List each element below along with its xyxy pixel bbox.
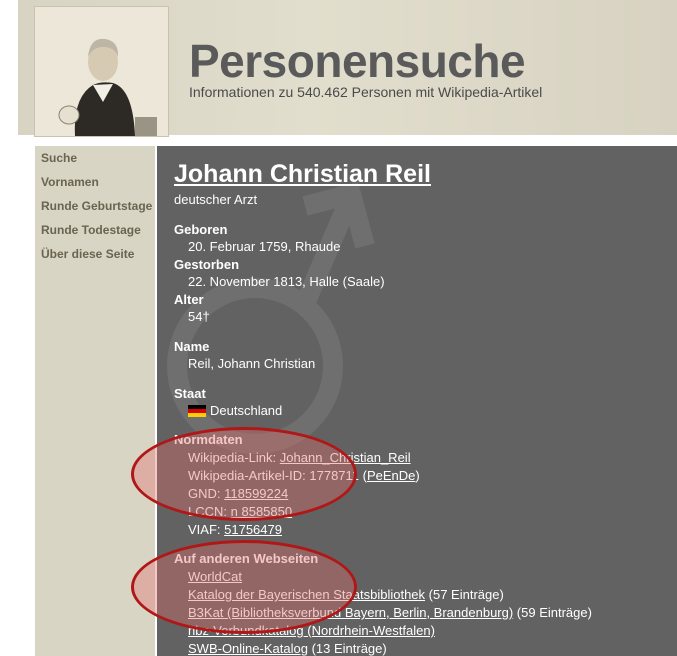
germany-flag-icon <box>188 405 206 417</box>
age-value: 54† <box>188 309 210 324</box>
other-site-row: SWB-Online-Katalog (13 Einträge) <box>188 641 387 656</box>
nav-vornamen[interactable]: Vornamen <box>41 175 99 189</box>
nav-runde-geburtstage[interactable]: Runde Geburtstage <box>41 199 152 213</box>
died-label: Gestorben <box>174 257 240 272</box>
site-title: Personensuche <box>189 35 526 87</box>
died-value: 22. November 1813, Halle (Saale) <box>188 274 385 289</box>
gnd-label: GND: <box>188 486 221 501</box>
other-site-row: B3Kat (Bibliotheksverbund Bayern, Berlin… <box>188 605 592 620</box>
age-label: Alter <box>174 292 204 307</box>
other-sites-label: Auf anderen Webseiten <box>174 551 319 566</box>
wiki-id-row: Wikipedia-Artikel-ID: 1778711 (PeEnDe) <box>188 468 420 483</box>
wiki-link[interactable]: Johann_Christian_Reil <box>280 450 411 465</box>
state-label: Staat <box>174 386 206 401</box>
nav-runde-todestage[interactable]: Runde Todestage <box>41 223 141 237</box>
lccn-label: LCCN: <box>188 504 228 519</box>
wiki-id-label: Wikipedia-Artikel-ID: <box>188 468 306 483</box>
wiki-link-row: Wikipedia-Link: Johann_Christian_Reil <box>188 450 411 465</box>
hbz-link[interactable]: hbz-Verbundkatalog (Nordrhein-Westfalen) <box>188 623 435 638</box>
normdaten-label: Normdaten <box>174 432 243 447</box>
sidebar: Suche Vornamen Runde Geburtstage Runde T… <box>35 146 155 656</box>
other-site-row: hbz-Verbundkatalog (Nordrhein-Westfalen) <box>188 623 435 638</box>
person-name[interactable]: Johann Christian Reil <box>174 160 431 189</box>
main-content: Johann Christian Reil deutscher Arzt Geb… <box>157 146 677 656</box>
pendende-link[interactable]: PeEnDe <box>367 468 415 483</box>
swb-link[interactable]: SWB-Online-Katalog <box>188 641 308 656</box>
born-label: Geboren <box>174 222 228 237</box>
viaf-row: VIAF: 51756479 <box>188 522 282 537</box>
other-site-row: WorldCat <box>188 569 242 584</box>
site-subtitle: Informationen zu 540.462 Personen mit Wi… <box>189 84 543 100</box>
lccn-link[interactable]: n 8585850 <box>231 504 292 519</box>
born-value: 20. Februar 1759, Rhaude <box>188 239 341 254</box>
state-text: Deutschland <box>210 403 283 418</box>
portrait-image <box>34 6 169 137</box>
bsb-catalog-link[interactable]: Katalog der Bayerischen Staatsbibliothek <box>188 587 425 602</box>
nav-suche[interactable]: Suche <box>41 151 77 165</box>
person-description: deutscher Arzt <box>174 192 258 207</box>
nav-ueber-diese-seite[interactable]: Über diese Seite <box>41 247 134 261</box>
name-label: Name <box>174 339 210 354</box>
viaf-label: VIAF: <box>188 522 221 537</box>
site-header: Personensuche Informationen zu 540.462 P… <box>18 0 677 137</box>
name-value: Reil, Johann Christian <box>188 356 316 371</box>
gnd-row: GND: 118599224 <box>188 486 288 501</box>
wiki-link-label: Wikipedia-Link: <box>188 450 277 465</box>
wiki-id-value: 1778711 <box>309 468 360 483</box>
other-site-row: Katalog der Bayerischen Staatsbibliothek… <box>188 587 504 602</box>
lccn-row: LCCN: n 8585850 <box>188 504 292 519</box>
b3kat-link[interactable]: B3Kat (Bibliotheksverbund Bayern, Berlin… <box>188 605 513 620</box>
viaf-link[interactable]: 51756479 <box>224 522 282 537</box>
worldcat-link[interactable]: WorldCat <box>188 569 242 584</box>
state-value: Deutschland <box>188 403 282 418</box>
gnd-link[interactable]: 118599224 <box>224 486 288 501</box>
